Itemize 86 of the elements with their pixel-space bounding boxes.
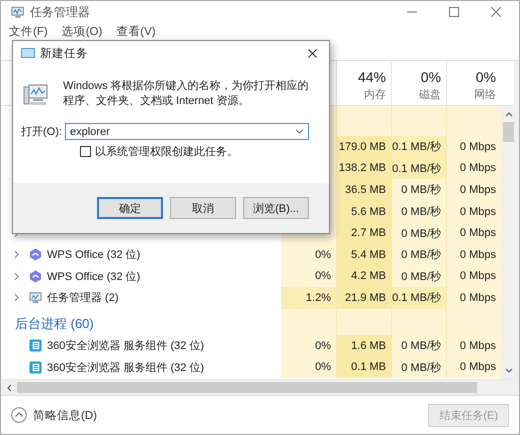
column-header[interactable]: 0% 网络	[446, 61, 501, 105]
column-header[interactable]: 0% 磁盘	[391, 61, 446, 105]
dialog-button[interactable]: 确定	[97, 197, 163, 219]
table-cell: 0 MB/秒	[391, 200, 446, 222]
chevron-right-icon[interactable]	[14, 250, 19, 260]
table-cell: 0 Mbps	[446, 158, 501, 180]
table-cell: 0 MB/秒	[391, 244, 446, 266]
table-cell: 5.6 MB	[336, 200, 391, 222]
table-cell	[446, 106, 501, 136]
window-icon	[21, 48, 35, 58]
process-name[interactable]: WPS Office (32 位)	[47, 247, 140, 262]
dialog-button[interactable]: 取消	[170, 197, 236, 219]
hexagon-app-icon	[29, 270, 42, 283]
table-cell: 0%	[281, 334, 336, 356]
table-cell: 5.4 MB	[336, 244, 391, 266]
dropdown-icon[interactable]	[295, 129, 304, 134]
open-label: 打开(O):	[21, 125, 63, 139]
monitor-icon	[11, 6, 25, 18]
process-name[interactable]: 360安全浏览器 服务组件 (32 位)	[47, 338, 204, 354]
scroll-thumb[interactable]	[503, 122, 514, 142]
table-cell	[391, 106, 446, 136]
table-cell: 1.6 MB	[336, 334, 391, 356]
vertical-scrollbar[interactable]	[501, 106, 516, 379]
maximize-icon[interactable]	[449, 7, 459, 17]
menu-item[interactable]: 文件(F)	[9, 24, 48, 39]
monitor-icon	[29, 291, 42, 304]
checkbox-label[interactable]: 以系统管理权限创建此任务。	[95, 144, 238, 159]
menu-item[interactable]: 选项(O)	[62, 24, 102, 39]
table-cell: 0 Mbps	[446, 244, 501, 266]
table-cell: 0.1 MB/秒	[391, 136, 446, 158]
table-cell: 4.2 MB	[336, 266, 391, 288]
dialog-button[interactable]: 浏览(B)...	[243, 197, 309, 219]
table-cell: 0%	[281, 266, 336, 288]
close-icon[interactable]	[308, 48, 317, 58]
browser-app-icon	[29, 339, 42, 352]
group-title: 后台进程 (60)	[14, 314, 94, 333]
window-title: 任务管理器	[30, 4, 90, 20]
table-cell: 0 Mbps	[446, 334, 501, 356]
browser-app-icon	[29, 360, 42, 374]
checkbox[interactable]	[80, 146, 91, 157]
table-cell: 0 Mbps	[446, 200, 501, 222]
table-cell: 36.5 MB	[336, 179, 391, 201]
scroll-left-icon[interactable]	[6, 384, 12, 392]
table-cell	[281, 308, 336, 335]
table-cell: 21.9 MB	[336, 287, 391, 309]
table-cell	[336, 106, 391, 136]
open-combobox[interactable]: explorer	[65, 123, 309, 140]
table-cell: 2.7 MB	[336, 222, 391, 244]
hexagon-app-icon	[29, 248, 42, 262]
table-cell: 0 MB/秒	[391, 334, 446, 356]
fewer-details-link[interactable]: 简略信息(D)	[33, 408, 97, 422]
scroll-up-icon[interactable]	[504, 111, 512, 117]
table-cell: 0 Mbps	[446, 356, 501, 378]
table-cell: 0 Mbps	[446, 179, 501, 201]
table-cell: 0 MB/秒	[391, 179, 446, 201]
table-cell: 0 Mbps	[446, 136, 501, 158]
table-cell: 179.0 MB	[336, 136, 391, 158]
table-cell: 0.1 MB/秒	[391, 287, 446, 309]
table-cell: 0 MB/秒	[391, 266, 446, 288]
horizontal-scrollbar[interactable]	[1, 379, 514, 395]
dialog-title: 新建任务	[40, 46, 88, 60]
table-cell: 0 Mbps	[446, 287, 501, 309]
scroll-thumb[interactable]	[17, 382, 477, 393]
column-header[interactable]: 44% 内存	[336, 61, 391, 105]
table-cell: 0 Mbps	[446, 266, 501, 288]
computer-icon	[23, 83, 49, 107]
table-cell	[336, 308, 391, 335]
chevron-right-icon[interactable]	[14, 272, 19, 281]
table-cell: 0.1 MB	[336, 356, 391, 378]
menu-item[interactable]: 查看(V)	[116, 24, 156, 39]
process-name[interactable]: 任务管理器 (2)	[47, 290, 118, 306]
table-cell: 0 MB/秒	[391, 222, 446, 244]
table-cell: 0%	[281, 244, 336, 266]
scroll-down-icon[interactable]	[504, 368, 512, 374]
process-name[interactable]: 360安全浏览器 服务组件 (32 位)	[47, 360, 204, 375]
table-cell: 138.2 MB	[336, 158, 391, 180]
collapse-icon[interactable]	[11, 407, 27, 423]
table-cell: 0.1 MB/秒	[391, 158, 446, 180]
table-cell: 0 Mbps	[446, 222, 501, 244]
table-cell: 0%	[281, 356, 336, 378]
chevron-right-icon[interactable]	[14, 293, 19, 302]
table-cell: 0 MB/秒	[391, 356, 446, 378]
table-cell: 1.2%	[281, 287, 336, 309]
dialog-description: Windows 将根据你所键入的名称，为你打开相应的程序、文件夹、文档或 Internet 资源。	[63, 79, 310, 109]
table-cell	[391, 308, 446, 335]
process-name[interactable]: WPS Office (32 位)	[47, 268, 140, 284]
